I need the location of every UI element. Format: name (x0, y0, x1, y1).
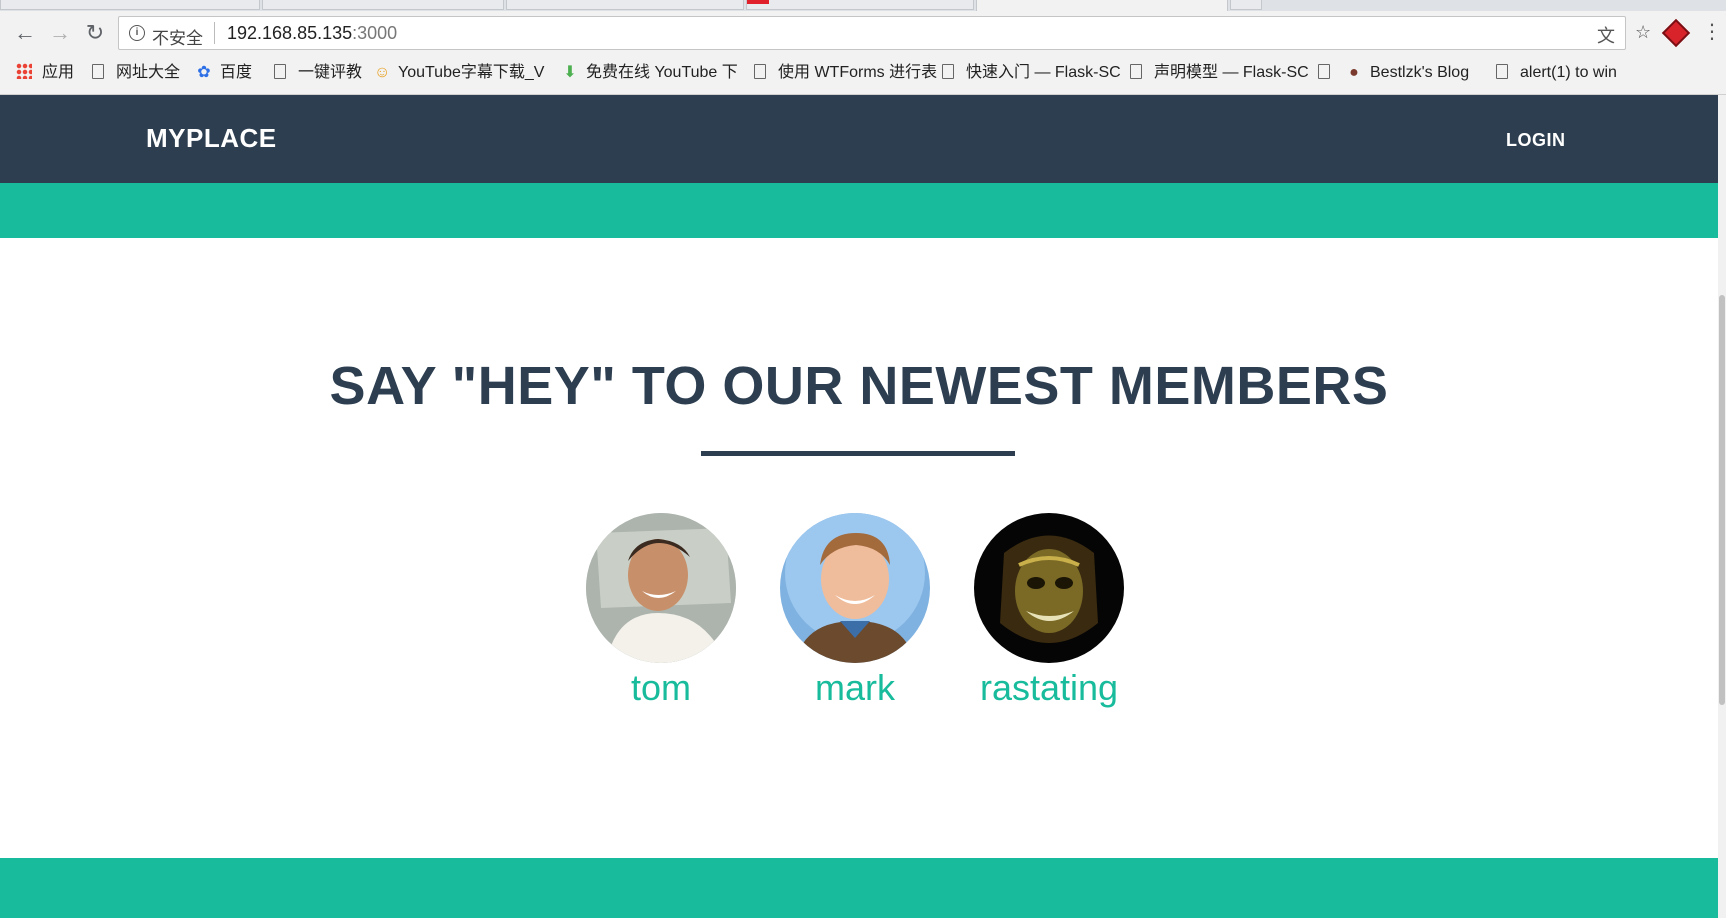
page-icon (754, 64, 766, 79)
download-arrow-icon: ⬇ (563, 64, 577, 81)
bookmark-item[interactable]: ⬇ 免费在线 YouTube 下 (562, 62, 738, 84)
browser-tab[interactable] (746, 0, 974, 10)
bookmark-item[interactable]: ☺ YouTube字幕下载_V (374, 62, 544, 84)
smiley-icon: ☺ (374, 64, 391, 81)
bookmark-label: 使用 WTForms 进行表 (778, 64, 938, 81)
member-photo (586, 513, 736, 663)
bookmark-label: alert(1) to win (1520, 64, 1617, 81)
bookmark-label: 快速入门 — Flask-SC (966, 64, 1121, 81)
bookmark-item[interactable]: 快速入门 — Flask-SC (942, 62, 1121, 84)
browser-tab[interactable] (506, 0, 744, 10)
tab-strip (0, 0, 1726, 12)
bookmark-label: Bestlzk's Blog (1370, 64, 1470, 81)
baidu-paw-icon: ✿ (197, 64, 211, 81)
translate-icon[interactable]: 文 (1597, 22, 1615, 48)
forward-arrow-icon[interactable]: → (47, 20, 73, 46)
bookmark-item[interactable]: 声明模型 — Flask-SC (1130, 62, 1309, 84)
info-icon[interactable]: i (129, 25, 145, 41)
browser-tab[interactable] (262, 0, 504, 10)
page-icon (1318, 64, 1330, 79)
new-tab-button[interactable] (1230, 0, 1262, 10)
title-divider (701, 451, 1015, 456)
login-link[interactable]: LOGIN (1506, 130, 1566, 151)
bookmarks-bar: 应用 网址大全 ✿ 百度 一键评教 ☺ YouTube字幕下载_V ⬇ 免费在线 Yo… (0, 53, 1726, 95)
menu-kebab-icon[interactable]: ⋮ (1702, 19, 1722, 44)
page-title: SAY "HEY" TO OUR NEWEST MEMBERS (329, 356, 1389, 416)
member-name-link[interactable]: mark (780, 667, 930, 709)
bookmark-item[interactable]: alert(1) to win (1496, 62, 1617, 84)
page-icon (942, 64, 954, 79)
avatar-icon: ● (1349, 64, 1359, 81)
bookmark-label: 网址大全 (116, 64, 181, 81)
page-viewport: MYPLACE LOGIN SAY "HEY" TO OUR NEWEST ME… (0, 95, 1718, 918)
bookmark-label: 应用 (42, 64, 75, 81)
page-icon (274, 64, 286, 79)
bookmark-label: YouTube字幕下载_V (398, 64, 545, 81)
bookmark-label: 免费在线 YouTube 下 (586, 64, 738, 81)
bookmark-item[interactable]: 网址大全 (92, 62, 180, 84)
footer-band (0, 858, 1718, 918)
header-band (0, 183, 1718, 238)
page-icon (1130, 64, 1142, 79)
tab-favicon-icon (747, 0, 769, 4)
avatar[interactable] (974, 513, 1124, 663)
url-text[interactable]: 192.168.85.135:3000 (227, 23, 397, 44)
bookmark-label: 百度 (220, 64, 253, 81)
reload-icon[interactable]: ↻ (82, 20, 108, 46)
vertical-scrollbar[interactable] (1718, 95, 1726, 918)
bookmark-star-icon[interactable]: ☆ (1635, 22, 1651, 43)
url-port: :3000 (352, 23, 398, 43)
page-icon (92, 64, 104, 79)
member-name-link[interactable]: rastating (974, 667, 1124, 709)
member-photo (974, 513, 1124, 663)
security-label: 不安全 (152, 29, 203, 48)
bookmark-label: 声明模型 — Flask-SC (1154, 64, 1309, 81)
back-arrow-icon[interactable]: ← (12, 20, 38, 46)
member-card: rastating (974, 513, 1124, 709)
avatar[interactable] (780, 513, 930, 663)
member-photo (780, 513, 930, 663)
address-bar[interactable]: i 不安全 192.168.85.135:3000 文 ☆ (118, 16, 1651, 50)
scrollbar-thumb[interactable] (1719, 295, 1725, 705)
extension-icon[interactable] (1661, 18, 1691, 48)
bookmark-label: 一键评教 (298, 64, 363, 81)
bookmark-item[interactable]: ✿ 百度 (196, 62, 252, 84)
address-separator (214, 22, 215, 44)
member-card: mark (780, 513, 930, 709)
apps-grid-icon (16, 63, 32, 79)
page-icon (1496, 64, 1508, 79)
member-card: tom (586, 513, 736, 709)
site-brand[interactable]: MYPLACE (146, 123, 277, 154)
bookmark-item[interactable] (1318, 62, 1342, 84)
url-host: 192.168.85.135 (227, 23, 353, 43)
browser-tab[interactable] (0, 0, 260, 10)
browser-toolbar: ← → ↻ i 不安全 192.168.85.135:3000 文 ☆ ⋮ (0, 11, 1726, 53)
member-name-link[interactable]: tom (586, 667, 736, 709)
avatar[interactable] (586, 513, 736, 663)
bookmark-item[interactable]: ● Bestlzk's Blog (1346, 62, 1469, 84)
site-navbar: MYPLACE LOGIN (0, 95, 1718, 183)
bookmark-apps[interactable]: 应用 (16, 62, 74, 84)
bookmark-item[interactable]: 一键评教 (274, 62, 362, 84)
bookmark-item[interactable]: 使用 WTForms 进行表 (754, 62, 937, 84)
